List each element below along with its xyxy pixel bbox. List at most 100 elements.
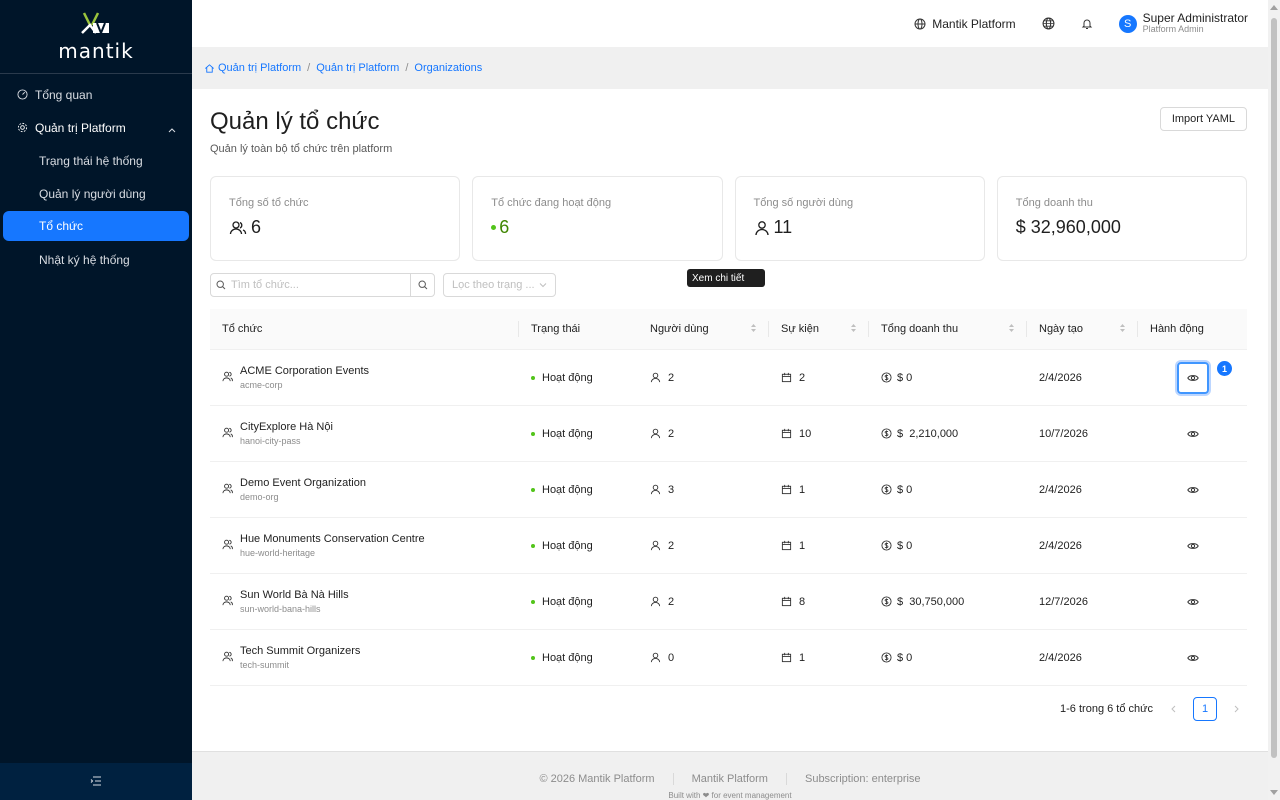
calendar-icon <box>781 428 792 439</box>
sidebar-item-label: Quản lý người dùng <box>39 186 146 201</box>
breadcrumb-item[interactable]: Quản trị Platform <box>316 62 399 74</box>
scrollbar-thumb[interactable] <box>1271 18 1277 758</box>
users-count: 0 <box>668 651 675 664</box>
team-icon <box>222 651 233 665</box>
logo[interactable]: mantik <box>0 0 192 74</box>
team-icon <box>222 595 233 609</box>
dashboard-icon <box>16 89 28 101</box>
sidebar-item-overview[interactable]: Tổng quan <box>0 78 192 111</box>
users-cell: 0 <box>638 630 769 685</box>
events-cell: 1 <box>769 518 869 573</box>
sidebar-menu: Tổng quan Quản trị Platform Trạng thái h… <box>0 74 192 276</box>
stat-number: $ 32,960,000 <box>1015 217 1121 237</box>
search-button[interactable] <box>410 274 434 296</box>
globe-icon <box>914 18 926 29</box>
breadcrumb-separator: / <box>405 62 409 74</box>
users-cell: 2 <box>638 406 769 461</box>
notifications-button[interactable] <box>1081 18 1099 30</box>
status-badge: Hoạt động <box>542 371 593 384</box>
org-text: ACME Corporation Events acme-corp <box>240 365 369 390</box>
next-page-button[interactable] <box>1227 705 1247 713</box>
breadcrumb-item[interactable]: Quản trị Platform <box>218 62 301 74</box>
org-name[interactable]: Tech Summit Organizers <box>240 645 360 657</box>
team-icon <box>222 371 233 385</box>
stat-label: Tổng số tổ chức <box>229 197 309 209</box>
search-input[interactable] <box>231 279 410 291</box>
org-text: Tech Summit Organizers tech-summit <box>240 645 360 670</box>
revenue-value: $ 2,210,000 <box>897 427 959 440</box>
view-details-button[interactable] <box>1176 361 1209 394</box>
view-details-button[interactable] <box>1177 474 1209 506</box>
sidebar-item-system-status[interactable]: Trạng thái hệ thống <box>0 144 192 177</box>
column-header-created[interactable]: Ngày tạo <box>1027 309 1138 349</box>
events-cell: 8 <box>769 574 869 629</box>
collapse-sidebar-button[interactable] <box>0 763 192 800</box>
language-button[interactable] <box>1042 17 1061 30</box>
column-label: Tổ chức <box>222 323 263 335</box>
breadcrumb: Quản trị Platform / Quản trị Platform / … <box>192 47 1268 89</box>
view-details-button[interactable] <box>1177 642 1209 674</box>
scroll-down-arrow-icon[interactable] <box>1270 789 1278 797</box>
status-filter-select[interactable]: Lọc theo trạng ... <box>443 273 556 297</box>
org-name[interactable]: Hue Monuments Conservation Centre <box>240 533 425 545</box>
actions-cell <box>1138 518 1247 573</box>
gear-icon <box>16 122 28 134</box>
created-date: 2/4/2026 <box>1039 651 1082 664</box>
revenue-cell: $ 2,210,000 <box>869 406 1027 461</box>
org-cell: CityExplore Hà Nội hanoi-city-pass <box>210 406 519 461</box>
pagination-summary: 1-6 trong 6 tổ chức <box>1060 703 1153 715</box>
prev-page-button[interactable] <box>1163 705 1183 713</box>
status-badge: Hoạt động <box>542 651 593 664</box>
user-menu[interactable]: S Super Administrator Platform Admin <box>1118 12 1248 34</box>
menu-fold-icon <box>90 775 102 789</box>
revenue-value: $ 0 <box>897 539 913 552</box>
actions-cell <box>1138 462 1247 517</box>
org-name[interactable]: Sun World Bà Nà Hills <box>240 589 349 601</box>
status-cell: Hoạt động <box>519 462 638 517</box>
created-cell: 2/4/2026 <box>1027 630 1138 685</box>
logo-text: mantik <box>58 38 134 63</box>
status-cell: Hoạt động <box>519 630 638 685</box>
org-cell: Sun World Bà Nà Hills sun-world-bana-hill… <box>210 574 519 629</box>
platform-switcher[interactable]: Mantik Platform <box>914 17 1016 31</box>
org-text: Sun World Bà Nà Hills sun-world-bana-hill… <box>240 589 349 614</box>
sidebar-item-user-management[interactable]: Quản lý người dùng <box>0 177 192 210</box>
sidebar-item-platform-admin[interactable]: Quản trị Platform <box>0 111 192 144</box>
eye-icon <box>1186 373 1199 383</box>
column-label: Tổng doanh thu <box>881 323 959 335</box>
created-cell: 2/4/2026 <box>1027 462 1138 517</box>
status-cell: Hoạt động <box>519 350 638 405</box>
team-icon <box>222 427 233 441</box>
scroll-up-arrow-icon[interactable] <box>1270 3 1278 11</box>
created-cell: 2/4/2026 <box>1027 518 1138 573</box>
home-icon <box>205 63 214 73</box>
revenue-cell: $ 0 <box>869 630 1027 685</box>
breadcrumb-item-current[interactable]: Organizations <box>414 62 482 74</box>
status-cell: Hoạt động <box>519 574 638 629</box>
column-header-revenue[interactable]: Tổng doanh thu <box>869 309 1027 349</box>
page-scrollbar[interactable] <box>1268 0 1280 800</box>
org-text: Demo Event Organization demo-org <box>240 477 366 502</box>
view-details-button[interactable] <box>1177 418 1209 450</box>
view-details-button[interactable] <box>1177 586 1209 618</box>
view-details-button[interactable] <box>1177 530 1209 562</box>
users-cell: 2 <box>638 574 769 629</box>
search-icon <box>417 280 427 290</box>
eye-icon <box>1186 653 1199 663</box>
user-icon <box>650 652 661 663</box>
sidebar-item-organizations[interactable]: Tổ chức <box>3 211 189 241</box>
org-name[interactable]: ACME Corporation Events <box>240 365 369 377</box>
events-count: 1 <box>799 651 806 664</box>
page-number-current[interactable]: 1 <box>1193 697 1217 721</box>
stat-number: 11 <box>773 217 793 237</box>
org-name[interactable]: CityExplore Hà Nội <box>240 421 333 433</box>
column-header-users[interactable]: Người dùng <box>638 309 769 349</box>
users-cell: 2 <box>638 350 769 405</box>
sidebar-submenu: Trạng thái hệ thống Quản lý người dùng T… <box>0 144 192 276</box>
sidebar-item-system-log[interactable]: Nhật ký hệ thống <box>0 243 192 276</box>
column-header-events[interactable]: Sự kiện <box>769 309 869 349</box>
import-yaml-button[interactable]: Import YAML <box>1159 107 1247 131</box>
org-name[interactable]: Demo Event Organization <box>240 477 366 489</box>
table-header: Tổ chức Trạng thái Người dùng Sự kiện Tổ… <box>210 309 1247 350</box>
calendar-icon <box>781 372 792 383</box>
